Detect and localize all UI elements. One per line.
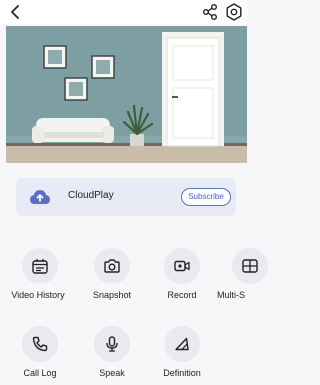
subscribe-button[interactable]: Subscribe xyxy=(181,188,231,206)
cloud-upload-icon xyxy=(30,190,50,204)
feature-label: Record xyxy=(167,290,197,300)
camera-icon xyxy=(104,259,120,273)
feature-label: Multi-S xyxy=(217,290,246,300)
feature-record[interactable]: Record xyxy=(145,248,215,304)
feature-icon-circle xyxy=(164,248,200,284)
video-preview[interactable] xyxy=(6,26,247,163)
feature-icon-circle xyxy=(164,326,200,362)
microphone-icon xyxy=(106,336,118,352)
feature-video-history[interactable]: Video History xyxy=(3,248,73,304)
feature-label: Video History xyxy=(11,290,65,300)
multi-screen-icon xyxy=(242,259,258,273)
cloudplay-label: CloudPlay xyxy=(68,190,114,201)
share-icon[interactable] xyxy=(200,2,220,22)
video-record-icon xyxy=(174,260,190,272)
feature-label: Call Log xyxy=(23,368,57,378)
feature-speak[interactable]: Speak xyxy=(75,326,145,382)
room-scene-image xyxy=(6,26,247,163)
feature-call-log[interactable]: Call Log xyxy=(3,326,73,382)
feature-snapshot[interactable]: Snapshot xyxy=(75,248,145,304)
cloudplay-card[interactable]: CloudPlay Subscribe xyxy=(16,178,236,216)
calendar-icon xyxy=(32,259,48,274)
feature-icon-circle xyxy=(94,248,130,284)
back-arrow-icon[interactable] xyxy=(6,2,26,22)
feature-label: Snapshot xyxy=(92,290,132,300)
feature-label: Definition xyxy=(163,368,201,378)
definition-icon xyxy=(175,337,189,351)
feature-icon-circle xyxy=(232,248,268,284)
feature-icon-circle xyxy=(94,326,130,362)
feature-icon-circle xyxy=(22,248,58,284)
settings-icon[interactable] xyxy=(224,2,244,22)
feature-multi-screen[interactable]: Multi-S xyxy=(213,248,283,304)
feature-icon-circle xyxy=(22,326,58,362)
feature-definition[interactable]: Definition xyxy=(145,326,215,382)
feature-label: Speak xyxy=(99,368,125,378)
top-bar xyxy=(0,0,247,24)
phone-icon xyxy=(32,336,48,352)
